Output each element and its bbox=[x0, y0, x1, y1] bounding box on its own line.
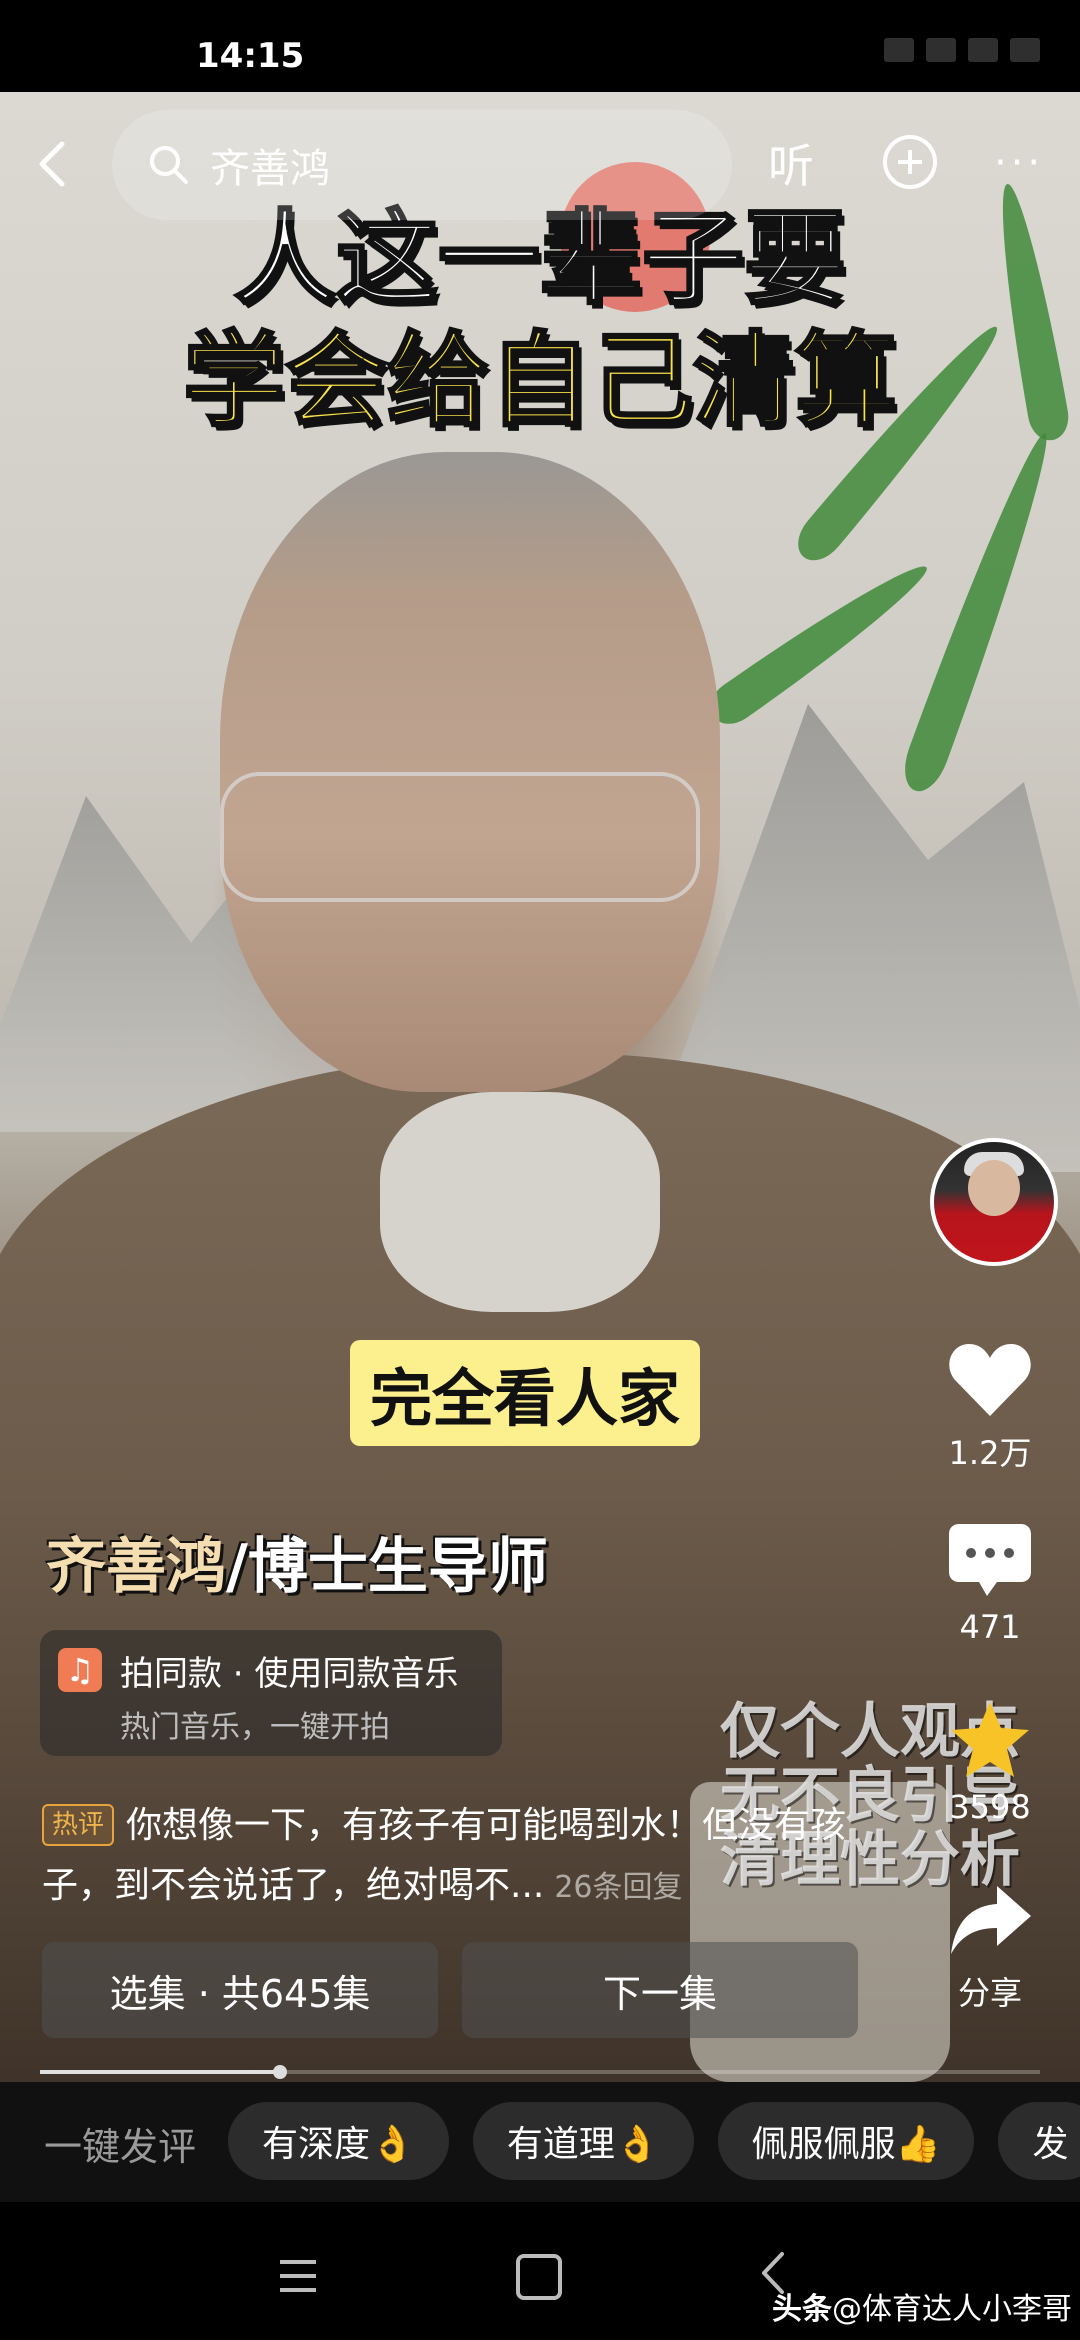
music-card-title: 拍同款 · 使用同款音乐 bbox=[120, 1654, 459, 1694]
hot-comment-tag: 热评 bbox=[42, 1804, 115, 1846]
video-progress-knob[interactable] bbox=[273, 2065, 287, 2079]
watermark-credit: 头条@体育达人小李哥 bbox=[772, 2284, 1072, 2328]
status-time: 14:15 bbox=[196, 36, 305, 76]
screen: 14:15 人这一辈子要 学会给自己清算 完全看人家 齐善鸿/博士生导师 仅个人… bbox=[0, 0, 1080, 2340]
speaker-glasses bbox=[220, 772, 700, 902]
comment-count: 471 bbox=[959, 1608, 1021, 1646]
quick-comment-chip[interactable]: 佩服佩服👍 bbox=[717, 2102, 975, 2180]
video-subtitle: 完全看人家 bbox=[350, 1340, 701, 1446]
speaker-collar bbox=[380, 1092, 660, 1312]
back-button[interactable] bbox=[24, 134, 84, 194]
video-progress-fill bbox=[40, 2070, 280, 2074]
home-icon[interactable] bbox=[516, 2254, 562, 2300]
quick-comment-chip[interactable]: 有道理👌 bbox=[472, 2102, 694, 2180]
heart-icon bbox=[949, 1344, 1031, 1416]
episodes-button[interactable]: 选集 · 共645集 bbox=[42, 1942, 438, 2038]
music-note-icon: ♫ bbox=[58, 1648, 102, 1692]
search-icon bbox=[150, 146, 188, 184]
quick-comment-chip[interactable]: 有深度👌 bbox=[228, 2102, 449, 2180]
share-button[interactable]: 分享 bbox=[930, 1880, 1050, 2014]
video-progress-bar[interactable] bbox=[40, 2065, 1040, 2079]
system-nav-bar: 头条@体育达人小李哥 bbox=[0, 2202, 1080, 2340]
bamboo-leaf bbox=[702, 551, 938, 733]
listen-button[interactable]: 听 bbox=[768, 130, 814, 196]
chevron-left-icon bbox=[39, 141, 65, 187]
recent-apps-icon[interactable] bbox=[278, 2256, 318, 2296]
star-icon bbox=[951, 1702, 1029, 1777]
speaker-name: 齐善鸿 bbox=[46, 1532, 226, 1602]
like-button[interactable]: 1.2万 bbox=[930, 1340, 1050, 1474]
next-episode-button[interactable]: 下一集 bbox=[462, 1942, 858, 2038]
add-button[interactable] bbox=[880, 132, 940, 192]
hot-comment[interactable]: 热评 你想像一下，有孩子有可能喝到水！但没有孩子，到不会说话了，绝对喝不... 26… bbox=[42, 1796, 882, 1918]
music-card-subtitle: 热门音乐，一键开拍 bbox=[120, 1710, 390, 1745]
favorite-count: 3598 bbox=[949, 1788, 1031, 1826]
bamboo-leaf bbox=[896, 426, 1064, 798]
quick-comment-chip[interactable]: 发 bbox=[998, 2102, 1080, 2180]
share-label: 分享 bbox=[957, 1974, 1022, 2012]
share-arrow-icon bbox=[951, 1886, 1031, 1954]
credit-app: 头条 bbox=[772, 2292, 832, 2327]
speaker-title: /博士生导师 bbox=[226, 1532, 548, 1602]
quick-comment-chips: 有深度👌 有道理👌 佩服佩服👍 发 bbox=[228, 2102, 1080, 2180]
plus-circle-icon bbox=[883, 135, 937, 189]
use-same-music-card[interactable]: ♫ 拍同款 · 使用同款音乐 热门音乐，一键开拍 bbox=[40, 1630, 502, 1756]
like-count: 1.2万 bbox=[948, 1434, 1032, 1472]
comment-icon bbox=[949, 1524, 1031, 1596]
status-icons bbox=[884, 38, 1040, 62]
credit-user: @体育达人小李哥 bbox=[832, 2292, 1072, 2327]
comment-button[interactable]: 471 bbox=[930, 1520, 1050, 1646]
more-button[interactable]: ··· bbox=[994, 140, 1044, 186]
search-bar[interactable]: 齐善鸿 bbox=[112, 110, 732, 220]
speaker-name-caption: 齐善鸿/博士生导师 bbox=[46, 1518, 548, 1605]
favorite-button[interactable]: 3598 bbox=[930, 1700, 1050, 1826]
quick-comment-label: 一键发评 bbox=[44, 2125, 197, 2169]
search-text: 齐善鸿 bbox=[210, 146, 330, 192]
author-avatar[interactable] bbox=[930, 1138, 1058, 1266]
quick-comment-bar: 一键发评 有深度👌 有道理👌 佩服佩服👍 发 bbox=[0, 2082, 1080, 2202]
status-bar: 14:15 bbox=[0, 0, 1080, 92]
hot-comment-reply-count[interactable]: 26条回复 bbox=[554, 1870, 682, 1905]
video-headline-line2: 学会给自己清算 bbox=[182, 321, 899, 442]
hot-comment-text: 你想像一下，有孩子有可能喝到水！但没有孩子，到不会说话了，绝对喝不... bbox=[42, 1805, 847, 1906]
